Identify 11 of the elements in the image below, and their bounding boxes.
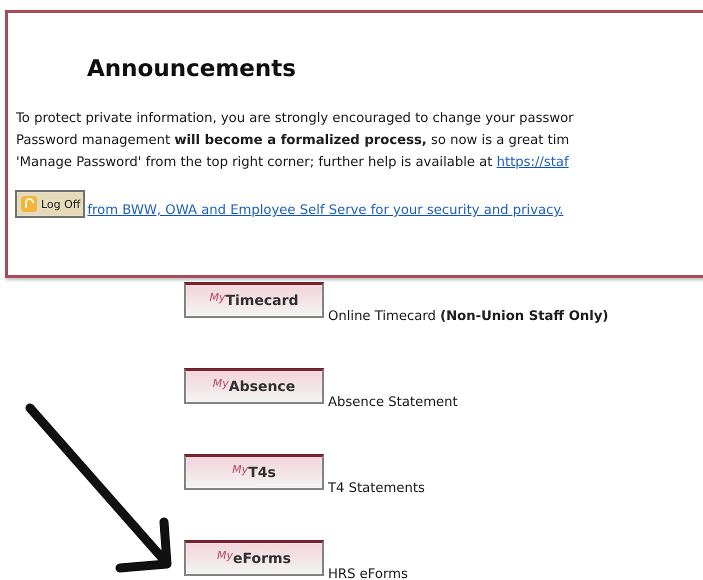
app-description: Online Timecard (Non-Union Staff Only) bbox=[328, 309, 608, 324]
announcements-heading: Announcements bbox=[87, 56, 297, 82]
announcement-text: Password management will become a formalized process, so now is a great tim bbox=[16, 132, 570, 150]
log-off-button[interactable]: Log Off bbox=[15, 190, 86, 218]
log-off-link[interactable]: from BWW, OWA and Employee Self Serve for your security and privacy. bbox=[87, 203, 564, 218]
announcement-text: To protect private information, you are strongly encouraged to change your passwor bbox=[16, 110, 575, 128]
announcement-text: 'Manage Password' from the top right corner; further help is available at https://staf bbox=[16, 154, 570, 172]
app-description: HRS eForms bbox=[328, 567, 408, 580]
help-link[interactable]: https://staf bbox=[496, 155, 569, 170]
app-description: T4 Statements bbox=[328, 481, 425, 496]
app-description: Absence Statement bbox=[328, 395, 458, 410]
